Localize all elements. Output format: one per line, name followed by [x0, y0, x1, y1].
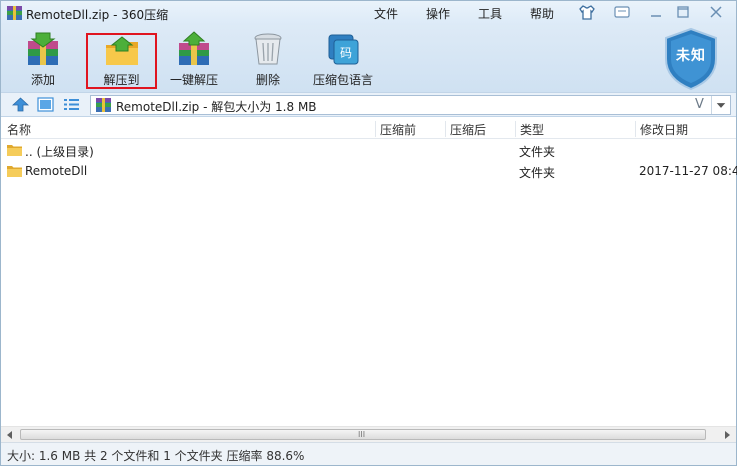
scroll-right-icon[interactable]	[721, 429, 733, 441]
column-uncompressed[interactable]: 压缩后	[445, 121, 486, 137]
list-item[interactable]: .. (上级目录) 文件夹	[1, 140, 736, 161]
archive-language-label: 压缩包语言	[312, 73, 373, 87]
code-language-icon: 码	[328, 34, 359, 65]
status-bar: 大小: 1.6 MB 共 2 个文件和 1 个文件夹 压缩率 88.6%	[1, 442, 736, 465]
menu-help[interactable]: 帮助	[530, 5, 554, 22]
horizontal-scrollbar[interactable]: III	[1, 426, 736, 442]
menu-operations[interactable]: 操作	[426, 5, 450, 22]
item-modified: 2017-11-27 08:48	[639, 164, 737, 178]
item-name: RemoteDll	[25, 164, 88, 178]
menu-tools[interactable]: 工具	[478, 5, 502, 22]
security-status-label: 未知	[676, 48, 706, 64]
list-view-icon[interactable]	[63, 97, 80, 112]
scrollbar-thumb[interactable]: III	[20, 429, 706, 440]
menu-file[interactable]: 文件	[374, 5, 398, 22]
archive-language-button[interactable]: 码 压缩包语言	[310, 25, 376, 91]
column-compressed[interactable]: 压缩前	[375, 121, 416, 137]
extract-folder-icon	[105, 36, 138, 65]
delete-button[interactable]: 删除	[244, 25, 292, 91]
one-click-extract-label: 一键解压	[169, 73, 218, 87]
app-window: RemoteDll.zip - 360压缩 文件 操作 工具 帮助 添加 解压到…	[0, 0, 737, 466]
window-title: RemoteDll.zip - 360压缩	[26, 8, 169, 22]
minimize-icon[interactable]	[646, 4, 666, 21]
title-bar: RemoteDll.zip - 360压缩 文件 操作 工具 帮助	[1, 1, 736, 25]
item-type: 文件夹	[519, 166, 556, 180]
close-icon[interactable]	[706, 4, 726, 21]
maximize-icon[interactable]	[673, 4, 693, 21]
extract-to-button[interactable]: 解压到	[86, 33, 157, 89]
add-label: 添加	[30, 73, 55, 87]
column-type[interactable]: 类型	[515, 121, 544, 137]
one-click-extract-button[interactable]: 一键解压	[165, 25, 223, 91]
extract-to-label: 解压到	[103, 73, 140, 87]
scrollbar-grip: III	[358, 430, 366, 439]
v-toggle[interactable]: V	[695, 97, 704, 112]
svg-text:码: 码	[340, 46, 352, 60]
path-text: RemoteDll.zip - 解包大小为 1.8 MB	[116, 100, 317, 114]
file-list-header: 名称 压缩前 压缩后 类型 修改日期	[1, 118, 736, 139]
archive-app-icon	[7, 6, 22, 20]
toolbar: 添加 解压到 一键解压 删除 码 压缩包语言 未知	[1, 25, 736, 92]
one-click-extract-icon	[179, 31, 209, 65]
address-bar: RemoteDll.zip - 解包大小为 1.8 MB V	[1, 92, 736, 117]
file-list: .. (上级目录) 文件夹 RemoteDll 文件夹 2017-11-27 0…	[1, 140, 737, 426]
item-name: .. (上级目录)	[25, 145, 94, 159]
list-item[interactable]: RemoteDll 文件夹 2017-11-27 08:48	[1, 161, 737, 182]
add-archive-icon	[28, 32, 58, 65]
zip-archive-icon	[96, 98, 111, 112]
delete-label: 删除	[255, 73, 280, 87]
item-type: 文件夹	[519, 145, 556, 159]
column-modified[interactable]: 修改日期	[635, 121, 688, 137]
add-button[interactable]: 添加	[17, 25, 69, 91]
scroll-left-icon[interactable]	[4, 429, 16, 441]
large-icon-view-icon[interactable]	[37, 97, 54, 112]
message-icon[interactable]	[613, 4, 631, 21]
trash-can-icon	[254, 33, 282, 65]
column-name[interactable]: 名称	[3, 121, 31, 137]
chevron-down-icon[interactable]	[711, 96, 730, 114]
path-field[interactable]: RemoteDll.zip - 解包大小为 1.8 MB V	[90, 95, 731, 115]
folder-icon	[7, 145, 22, 156]
folder-icon	[7, 166, 22, 177]
status-text: 大小: 1.6 MB 共 2 个文件和 1 个文件夹 压缩率 88.6%	[7, 449, 305, 463]
skin-shirt-icon[interactable]	[578, 4, 596, 21]
up-arrow-icon[interactable]	[12, 97, 29, 112]
